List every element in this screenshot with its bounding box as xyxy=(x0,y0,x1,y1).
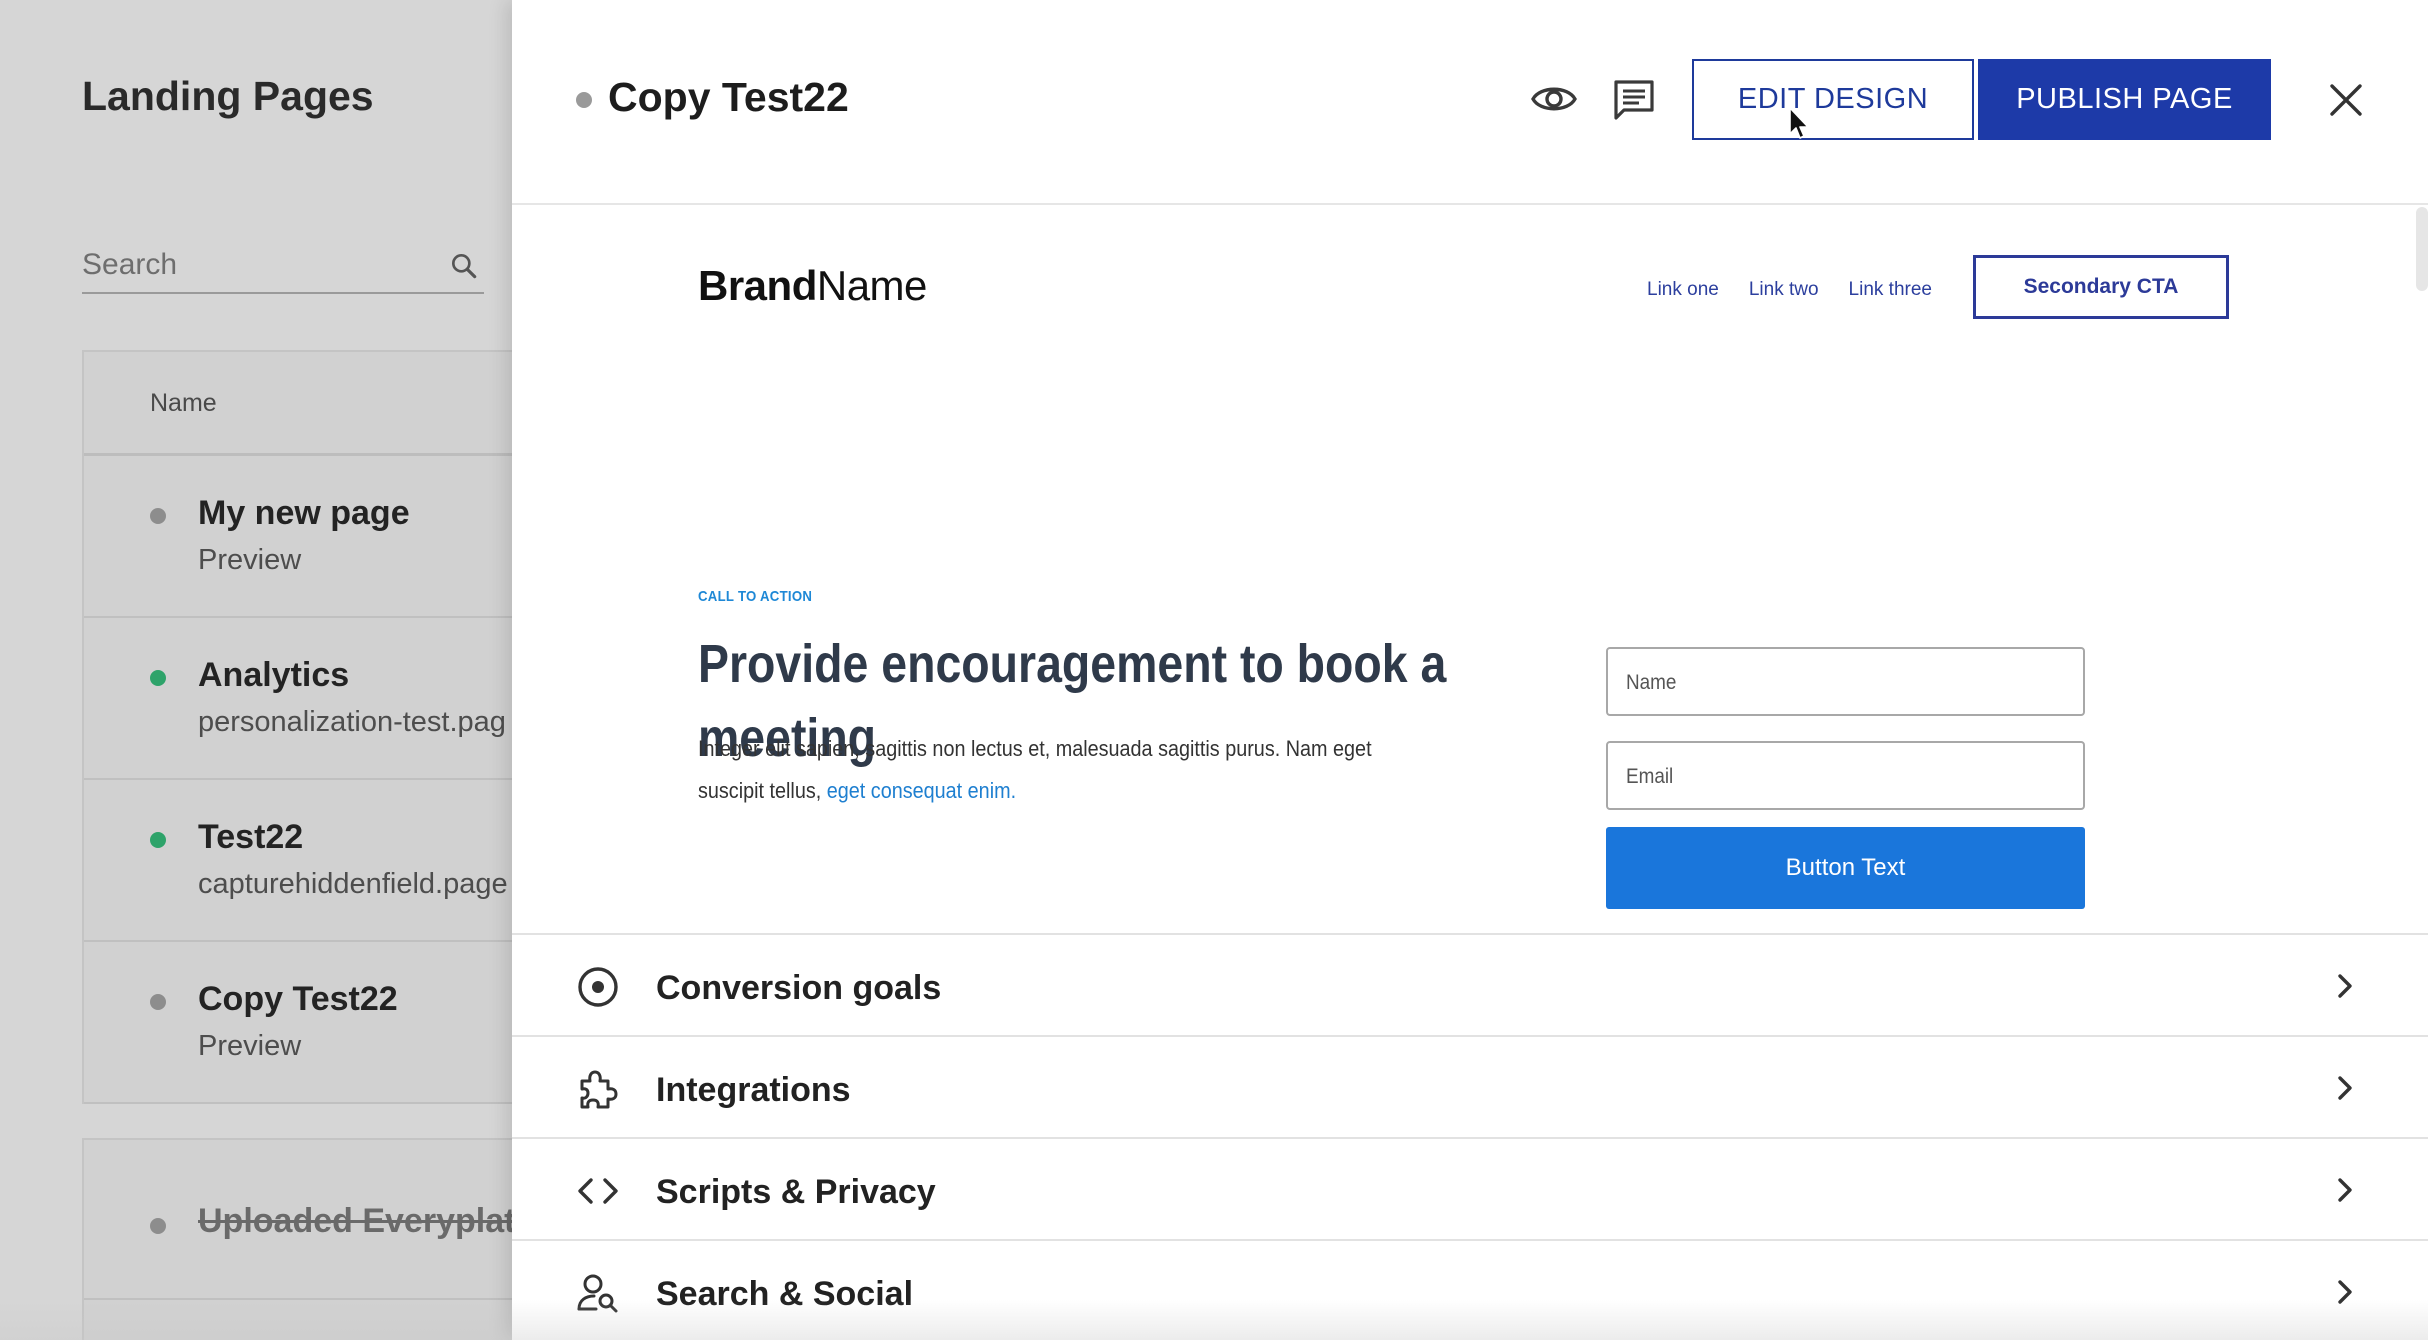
settings-row-label: Conversion goals xyxy=(656,969,942,1007)
search-icon[interactable] xyxy=(448,250,480,282)
status-dot xyxy=(150,832,166,848)
settings-row-label: Search & Social xyxy=(656,1275,914,1313)
nav-link-three[interactable]: Link three xyxy=(1849,279,1932,301)
hero-body-text: Integer elit sapien, sagittis non lectus… xyxy=(698,728,1418,812)
row-subtitle: Preview xyxy=(198,1030,302,1062)
person-search-icon xyxy=(577,1274,618,1313)
body-link[interactable]: eget consequat enim. xyxy=(827,778,1016,803)
row-title-archived: Uploaded Everyplate xyxy=(198,1202,535,1240)
code-icon xyxy=(578,1178,618,1204)
table-row[interactable]: Test22 capturehiddenfield.page xyxy=(84,780,520,942)
hero-heading-line: Provide encouragement to book a xyxy=(698,634,1447,694)
eyebrow-text: CALL TO ACTION xyxy=(698,588,813,605)
column-header-name[interactable]: Name xyxy=(150,389,217,418)
email-field[interactable]: Email xyxy=(1606,741,2085,810)
settings-row-label: Scripts & Privacy xyxy=(656,1173,936,1211)
row-title: Test22 xyxy=(198,818,304,856)
search-placeholder: Search xyxy=(82,248,178,281)
close-icon[interactable] xyxy=(2326,80,2366,120)
status-dot xyxy=(150,994,166,1010)
name-placeholder: Name xyxy=(1626,671,1677,694)
publish-page-button[interactable]: PUBLISH PAGE xyxy=(1978,59,2271,140)
panel-title: Copy Test22 xyxy=(608,74,849,120)
name-field[interactable]: Name xyxy=(1606,647,2085,716)
chevron-right-icon xyxy=(2338,1280,2352,1304)
landing-pages-background: Landing Pages Search Name My new page Pr… xyxy=(0,0,534,1340)
table-row[interactable]: Copy Test22 Preview xyxy=(84,942,520,1104)
settings-row-scripts-privacy[interactable]: Scripts & Privacy xyxy=(512,1137,2428,1239)
row-title: Copy Test22 xyxy=(198,980,398,1018)
secondary-cta-button[interactable]: Secondary CTA xyxy=(1973,255,2229,319)
row-subtitle: personalization-test.pag xyxy=(198,706,506,738)
settings-row-integrations[interactable]: Integrations xyxy=(512,1035,2428,1137)
nav-link-two[interactable]: Link two xyxy=(1749,279,1819,301)
app-root: Landing Pages Search Name My new page Pr… xyxy=(0,0,2428,1340)
status-dot xyxy=(150,508,166,524)
status-dot xyxy=(150,1218,166,1234)
nav-link-one[interactable]: Link one xyxy=(1647,279,1719,301)
body-text: Integer elit sapien, sagittis non lectus… xyxy=(698,736,1372,803)
puzzle-icon xyxy=(580,1070,618,1109)
mouse-cursor-icon xyxy=(1789,107,1809,139)
table-header: Name xyxy=(84,352,520,456)
panel-header: Copy Test22 EDIT DESIGN PUBLISH PAGE xyxy=(512,0,2428,205)
pages-table: Name My new page Preview Analytics perso… xyxy=(82,350,522,1104)
table-row[interactable]: My new page Preview xyxy=(84,456,520,618)
eye-icon[interactable] xyxy=(1530,78,1578,120)
page-title: Landing Pages xyxy=(82,73,374,119)
archived-table: Uploaded Everyplate xyxy=(82,1138,534,1340)
settings-list: Conversion goals Integrations Scripts & … xyxy=(512,933,2428,1340)
search-input[interactable]: Search xyxy=(82,236,484,294)
settings-row-conversion-goals[interactable]: Conversion goals xyxy=(512,933,2428,1035)
chevron-right-icon xyxy=(2338,1178,2352,1202)
target-icon xyxy=(578,967,618,1007)
edit-design-button[interactable]: EDIT DESIGN xyxy=(1692,59,1974,140)
page-detail-panel: Copy Test22 EDIT DESIGN PUBLISH PAGE Bra… xyxy=(512,0,2428,1340)
preview-nav: Link one Link two Link three xyxy=(1647,279,1932,301)
row-title: My new page xyxy=(198,494,410,532)
chevron-right-icon xyxy=(2338,1076,2352,1100)
status-dot xyxy=(150,670,166,686)
preview-scrollbar[interactable] xyxy=(2414,207,2428,933)
row-subtitle: capturehiddenfield.page xyxy=(198,868,508,900)
form-submit-button[interactable]: Button Text xyxy=(1606,827,2085,909)
brand-logo: BrandName xyxy=(698,262,927,310)
row-title: Analytics xyxy=(198,656,350,694)
table-row[interactable]: Analytics personalization-test.pag xyxy=(84,618,520,780)
email-placeholder: Email xyxy=(1626,765,1674,788)
scrollbar-thumb[interactable] xyxy=(2416,207,2428,291)
settings-row-label: Integrations xyxy=(656,1071,851,1109)
page-preview[interactable]: BrandName Link one Link two Link three S… xyxy=(512,207,2428,933)
table-row[interactable]: Uploaded Everyplate xyxy=(84,1140,534,1300)
brand-regular: Name xyxy=(816,262,928,309)
row-subtitle: Preview xyxy=(198,544,302,576)
status-dot xyxy=(576,92,592,108)
settings-row-search-social[interactable]: Search & Social xyxy=(512,1239,2428,1340)
chevron-right-icon xyxy=(2338,974,2352,998)
comment-icon[interactable] xyxy=(1612,78,1656,122)
brand-bold: Brand xyxy=(698,262,817,309)
